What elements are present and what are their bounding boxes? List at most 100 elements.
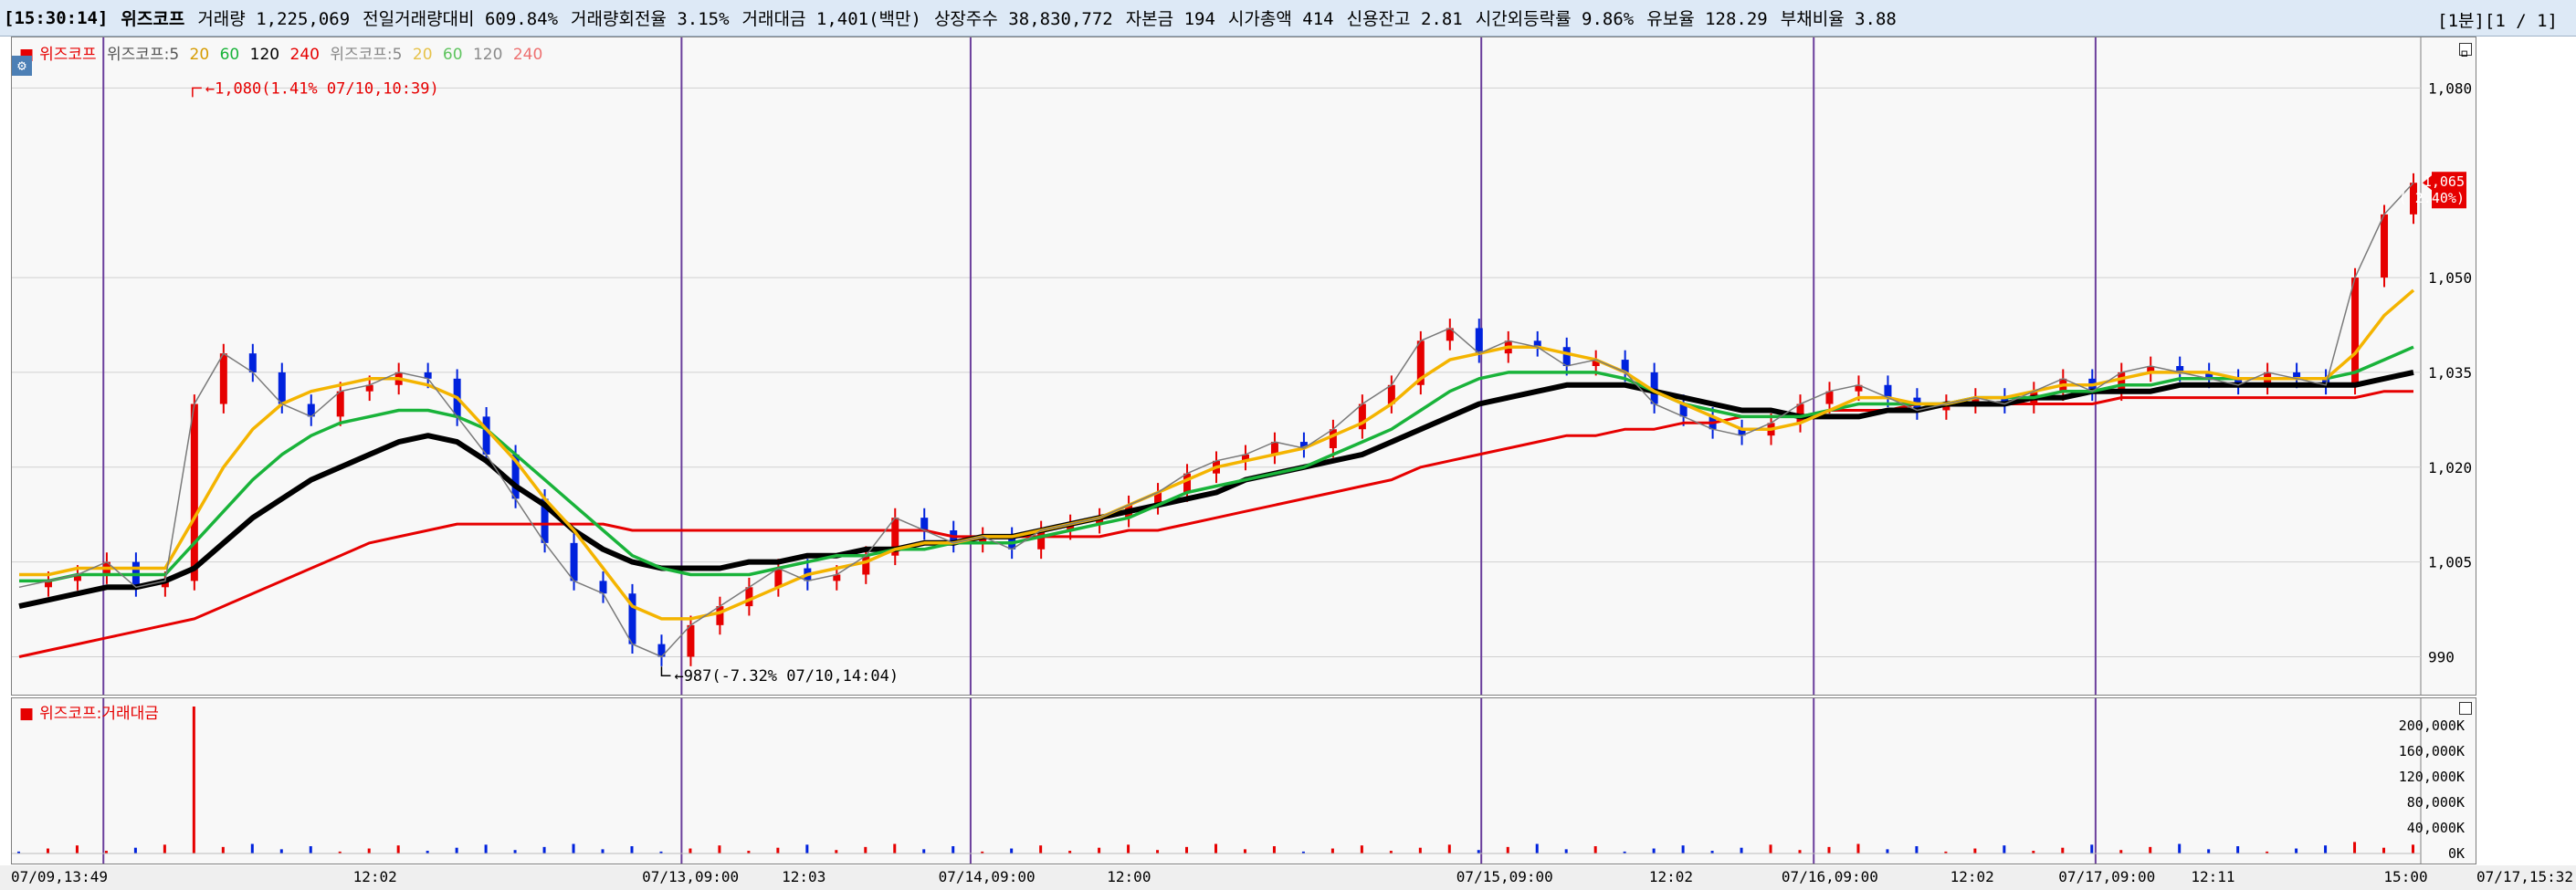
candle-body [2118,372,2126,392]
candle-body [219,353,227,404]
volume-tick-label: 40,000K [2407,820,2465,836]
volume-bar [1827,846,1831,853]
volume-bar [2119,850,2123,853]
x-axis: 07/09,13:49 12:02 07/13,09:00 12:03 07/14,09… [11,868,2573,885]
price-tick-label: 1,005 [2428,554,2472,571]
candle-body [248,353,257,372]
info-item: 시가총액 414 [1227,9,1334,29]
legend-ma240: 240 [289,46,320,64]
volume-legend: ■ 위즈코프:거래대금 [19,700,164,723]
price-tick-label: 1,020 [2428,459,2472,476]
volume-bar [1564,849,1568,853]
volume-chart[interactable]: 0K 40,000K 80,000K 120,000K 160,000K 200,000K [12,698,2476,864]
low-marker [660,666,671,676]
price-chart[interactable]: 990 1,005 1,020 1,035 1,050 1,080 ←1,080(1.41%… [12,37,2476,695]
volume-bar [1535,843,1539,853]
candle-body [1329,429,1337,448]
volume-bar [864,846,867,853]
maximize-icon[interactable]: ▫ [2459,43,2472,61]
volume-bar [484,844,488,853]
volume-bar [221,846,225,853]
info-item: 거래대금 1,401(백만) [741,9,921,29]
volume-bar [2090,844,2094,853]
high-annotation: ←1,080(1.41% 07/10,10:39) [205,79,439,98]
candle-body [774,568,783,588]
x-tick-label: 12:11 [2191,868,2234,885]
candle-body [1562,347,1571,366]
volume-bar [835,850,838,853]
x-tick-label: 12:03 [782,868,825,885]
info-item: 신용잔고 2.81 [1346,9,1463,29]
volume-tick-label: 80,000K [2407,794,2465,811]
volume-bar [2178,843,2182,853]
candle-body [745,587,753,607]
volume-panel[interactable]: 0K 40,000K 80,000K 120,000K 160,000K 200,000K… [11,697,2476,864]
candle-body [1884,384,1892,398]
price-tick-label: 1,050 [2428,269,2472,287]
info-item: 상장주수 38,830,772 [933,9,1113,29]
ma120-line [18,369,2414,610]
x-tick-label: 07/13,09:00 [642,868,739,885]
volume-bar [455,847,458,853]
maximize-icon[interactable] [2459,702,2472,715]
volume-bar [1593,846,1597,853]
volume-bar [1127,844,1130,853]
x-tick-label: 07/17,09:00 [2058,868,2155,885]
volume-bar [893,843,897,853]
volume-bar [952,846,955,853]
volume-bar [75,845,79,853]
x-tick-label: 12:02 [1950,868,1994,885]
volume-bar [718,845,721,853]
volume-bar [513,850,517,853]
volume-tick-label: 0K [2448,845,2465,862]
volume-bar [2003,845,2006,853]
low-annotation: ←987(-7.32% 07/10,14:04) [674,667,899,686]
volume-tick-label: 200,000K [2399,717,2465,734]
volume-bar [922,849,926,853]
volume-bar [367,848,371,853]
volume-bar [1360,845,1363,853]
candle-body [482,416,490,455]
time-label: [15:30:14] [4,7,109,28]
candle-body [716,606,724,625]
volume-bar [1039,845,1043,853]
candle-body [1183,473,1192,493]
price-panel[interactable]: 990 1,005 1,020 1,035 1,050 1,080 ←1,080(1.41%… [11,37,2476,696]
page-control[interactable]: [1분][1 / 1] [2437,7,2558,32]
volume-bar [542,846,546,853]
volume-bar [1506,846,1509,853]
volume-bar [1330,848,1334,853]
high-marker [192,87,202,98]
candle-body [2381,214,2389,278]
info-item: 거래량회전율 3.15% [571,9,730,29]
volume-tick-label: 160,000K [2399,743,2465,759]
x-tick-label: 12:00 [1107,868,1151,885]
ma240-line [18,390,2413,658]
info-item: 유보율 128.29 [1646,9,1768,29]
volume-bar [1681,845,1685,853]
volume-bar [689,848,692,853]
volume-bar [1098,847,1101,853]
candle-body [1825,391,1834,404]
volume-bar [1214,843,1217,853]
volume-bar [1418,847,1422,853]
volume-bar [133,847,137,853]
current-price-label: 1,065 [2424,173,2465,190]
stock-name[interactable]: 위즈코프 [121,5,184,30]
price-tick-label: 990 [2428,648,2455,665]
x-tick-label: 07/09,13:49 [11,868,108,885]
volume-bar [1156,850,1160,853]
candle-body [599,581,607,594]
candle-body [2351,277,2360,385]
volume-bar [1886,849,1889,853]
volume-bar [1915,846,1919,853]
x-tick-label: 15:00 [2383,868,2427,885]
volume-bar [1447,844,1451,853]
volume-bar [776,847,780,853]
bottom-scroll-area[interactable]: 07/09,13:49 12:02 07/13,09:00 12:03 07/14,09… [0,865,2576,890]
candle-body [190,403,198,581]
volume-bar [1856,843,1860,853]
volume-bar [396,845,400,853]
settings-icon[interactable]: ⚙ [12,56,32,76]
volume-bar [1769,844,1772,853]
